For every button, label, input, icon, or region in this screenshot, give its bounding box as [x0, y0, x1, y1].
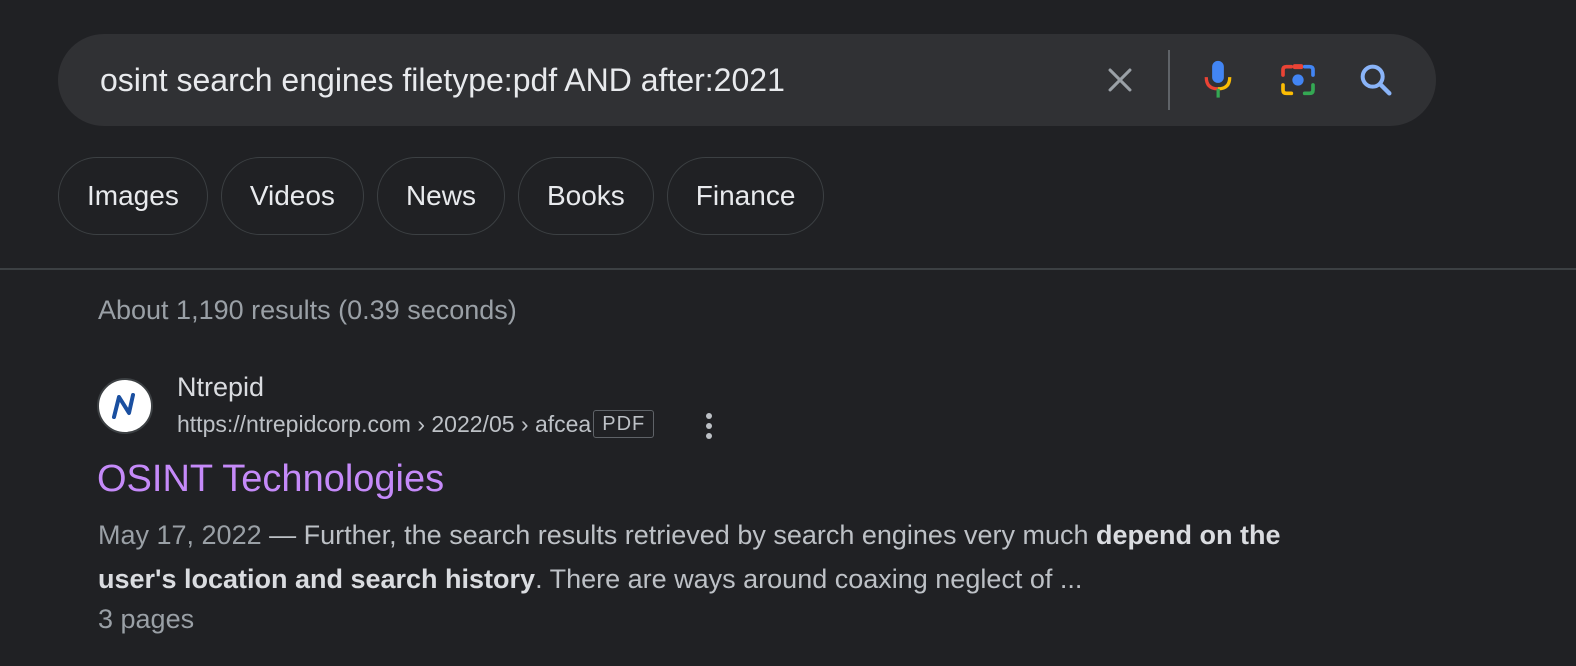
chip-books[interactable]: Books	[517, 157, 654, 235]
camera-lens-icon	[1281, 64, 1315, 96]
chip-images[interactable]: Images	[58, 157, 208, 235]
search-input[interactable]: osint search engines filetype:pdf AND af…	[100, 34, 785, 126]
result-snippet: May 17, 2022 — Further, the search resul…	[98, 513, 1298, 601]
chip-news[interactable]: News	[376, 157, 505, 235]
result-date: May 17, 2022	[98, 520, 262, 550]
result-stats: About 1,190 results (0.39 seconds)	[98, 295, 517, 325]
close-icon	[1108, 68, 1132, 92]
snippet-dash: —	[261, 520, 304, 550]
result-url-text: https://ntrepidcorp.com › 2022/05 › afce…	[177, 410, 592, 437]
snippet-text-1: Further, the search results retrieved by…	[303, 520, 1096, 550]
pdf-badge: PDF	[593, 410, 655, 438]
result-pages-count: 3 pages	[98, 604, 195, 634]
chip-finance[interactable]: Finance	[666, 157, 825, 235]
clear-search-button[interactable]	[1096, 56, 1144, 104]
search-bar[interactable]: osint search engines filetype:pdf AND af…	[58, 34, 1436, 126]
voice-search-button[interactable]	[1192, 54, 1244, 106]
search-bar-divider	[1168, 50, 1170, 110]
snippet-text-2: . There are ways around coaxing neglect …	[535, 564, 1083, 594]
search-results-page: osint search engines filetype:pdf AND af…	[0, 0, 1576, 666]
result-title-link[interactable]: OSINT Technologies	[97, 458, 444, 501]
search-filter-chips: Images Videos News Books Finance	[58, 157, 825, 235]
result-more-options-button[interactable]	[694, 408, 724, 444]
ntrepid-logo-icon	[112, 393, 135, 419]
site-favicon[interactable]	[97, 378, 153, 434]
search-submit-button[interactable]	[1350, 54, 1402, 106]
more-vert-icon	[706, 413, 712, 439]
chip-videos[interactable]: Videos	[220, 157, 364, 235]
search-icon	[1360, 64, 1392, 96]
result-site-name[interactable]: Ntrepid	[177, 372, 264, 403]
header-divider	[0, 268, 1576, 270]
lens-search-button[interactable]	[1272, 54, 1324, 106]
mic-icon	[1204, 60, 1232, 98]
result-url[interactable]: https://ntrepidcorp.com › 2022/05 › afce…	[177, 410, 655, 438]
